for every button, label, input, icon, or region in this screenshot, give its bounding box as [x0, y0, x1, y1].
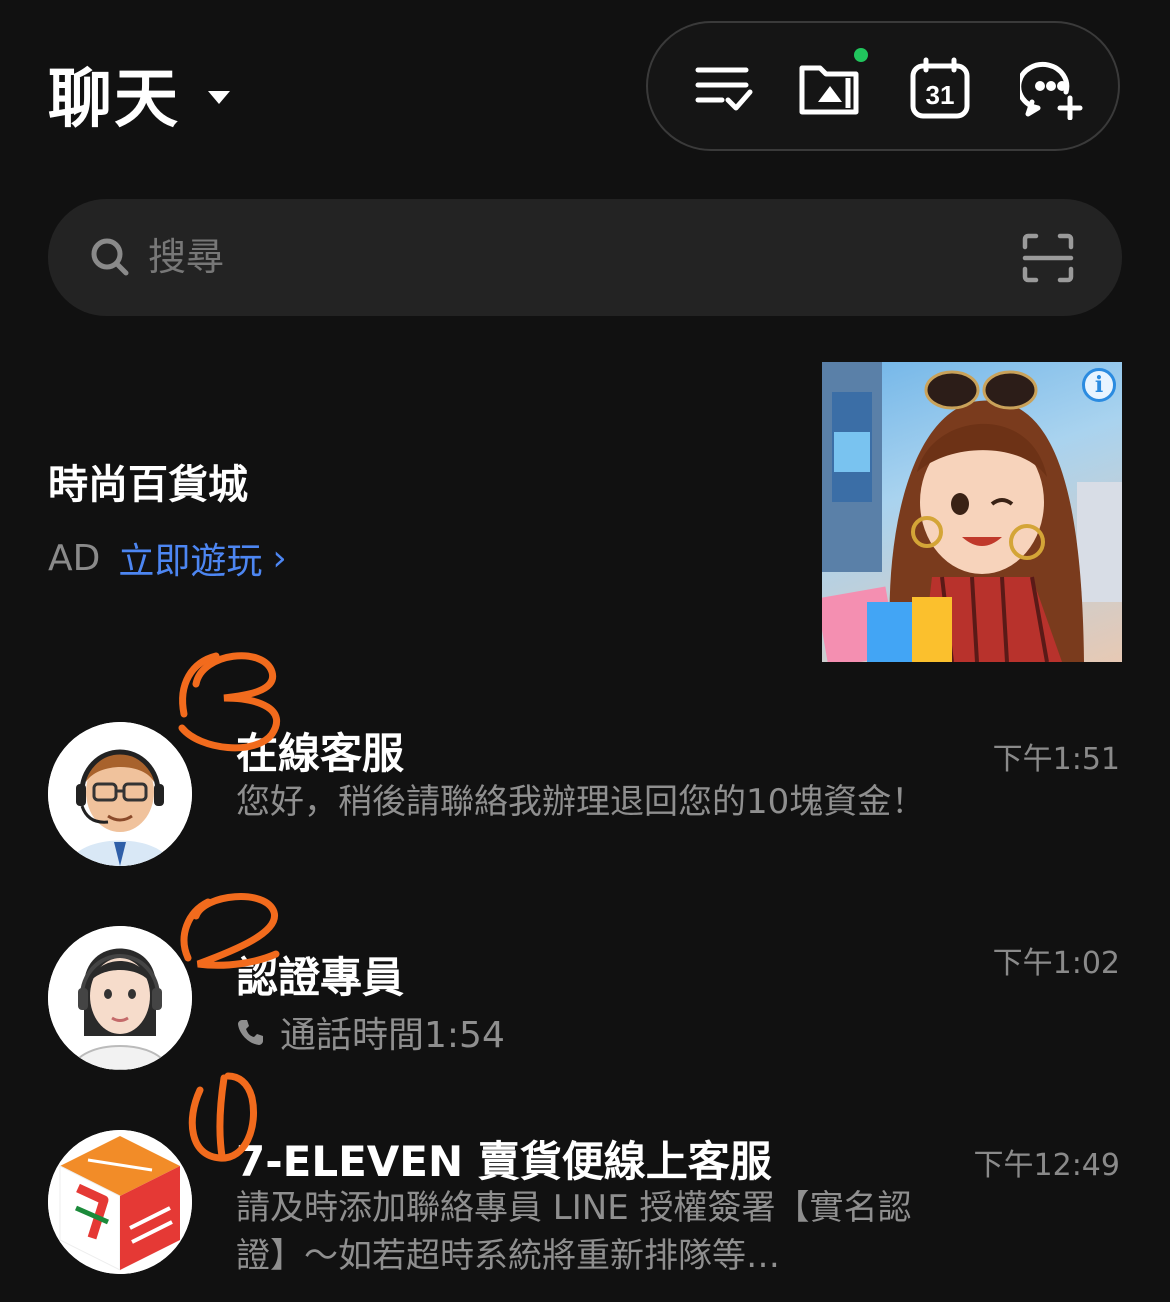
- ad-info-icon[interactable]: i: [1082, 368, 1116, 402]
- ad-cta-label: 立即遊玩: [118, 541, 263, 582]
- chat-name: 7-ELEVEN 賣貨便線上客服: [236, 1137, 772, 1186]
- chat-row[interactable]: 7-ELEVEN 賣貨便線上客服 下午12:49 請及時添加聯絡專員 LINE …: [0, 1120, 1170, 1302]
- notification-dot: [854, 48, 868, 62]
- chevron-right-icon: ›: [272, 537, 287, 579]
- call-summary: 通話時間1:54: [236, 1006, 505, 1058]
- ad-banner-image[interactable]: i: [822, 362, 1122, 662]
- avatar: [48, 722, 192, 866]
- ad-play-link[interactable]: 立即遊玩 ›: [118, 532, 286, 584]
- call-duration: 通話時間1:54: [280, 1015, 505, 1056]
- chat-preview: 您好，稍後請聯絡我辦理退回您的10塊資金！: [236, 782, 926, 822]
- calendar-day: 31: [926, 80, 955, 110]
- support-agent-avatar: [48, 722, 192, 866]
- chat-time: 下午1:02: [992, 946, 1120, 981]
- search-bar[interactable]: [48, 199, 1122, 316]
- search-input[interactable]: [148, 229, 948, 285]
- chat-row[interactable]: 認證專員 下午1:02 通話時間1:54: [0, 920, 1170, 1090]
- caret-down-icon: [208, 90, 230, 104]
- avatar: [48, 926, 192, 1070]
- new-chat-icon[interactable]: [1016, 56, 1084, 121]
- page-title: 聊天: [48, 63, 180, 137]
- search-icon: [91, 238, 129, 276]
- phone-icon: [238, 1020, 263, 1045]
- chat-time: 下午12:49: [973, 1148, 1120, 1183]
- ad-title[interactable]: 時尚百貨城: [48, 452, 248, 510]
- chat-time: 下午1:51: [992, 742, 1120, 777]
- chat-preview: 請及時添加聯絡專員 LINE 授權簽署【實名認證】～如若超時系統將重新排隊等…: [236, 1188, 912, 1276]
- avatar: [48, 1130, 192, 1274]
- agent-woman-avatar: [48, 926, 192, 1070]
- chat-screen: 聊天 31 搜尋 時尚百貨城 AD 立即遊玩 › i 在線客服 下午1:51 您…: [0, 0, 1170, 1302]
- seven-eleven-app-avatar: [48, 1130, 192, 1274]
- chat-tab-selector[interactable]: 聊天: [48, 48, 230, 140]
- chat-row[interactable]: 在線客服 下午1:51 您好，稍後請聯絡我辦理退回您的10塊資金！: [0, 700, 1170, 890]
- ad-line: AD 立即遊玩 ›: [48, 532, 287, 584]
- ad-tag: AD: [48, 537, 101, 579]
- ad-illustration: [822, 362, 1122, 662]
- qr-scan-icon[interactable]: [1022, 233, 1074, 283]
- chat-name: 在線客服: [236, 729, 405, 778]
- chat-name: 認證專員: [236, 953, 405, 1002]
- calendar-icon[interactable]: 31: [908, 56, 972, 120]
- edit-list-icon[interactable]: [692, 56, 756, 120]
- album-folder-icon[interactable]: [798, 48, 868, 120]
- header-toolbar: 31: [646, 21, 1120, 151]
